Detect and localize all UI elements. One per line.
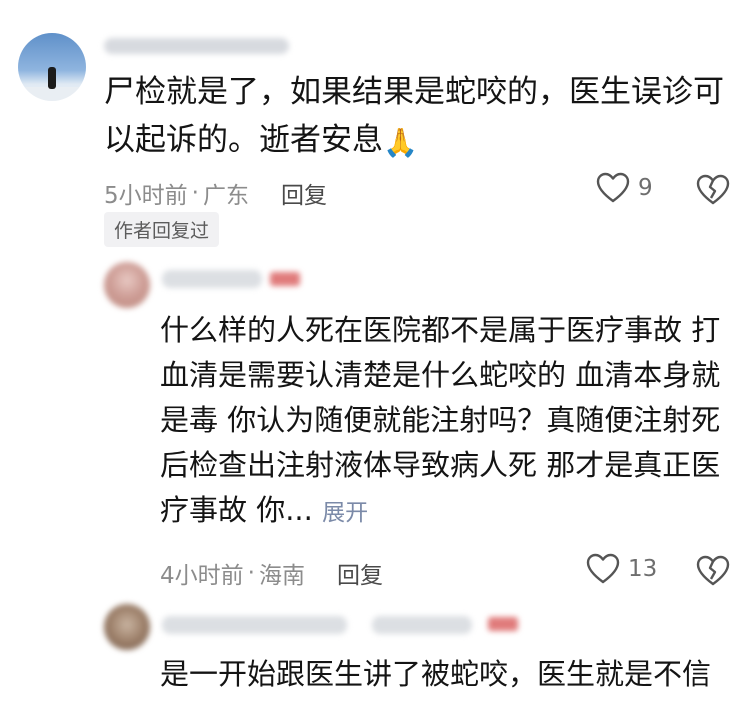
meta-separator: · (191, 180, 199, 206)
comment-location: 广东 (202, 183, 249, 209)
author-replied-badge: 作者回复过 (104, 212, 220, 247)
heart-outline-icon (586, 553, 620, 584)
comment-time: 4小时前 (160, 563, 244, 589)
comment-time: 5小时前 (104, 183, 188, 209)
username-redacted[interactable] (162, 270, 262, 288)
username-redacted[interactable] (162, 616, 347, 634)
user-badge-redacted (270, 272, 300, 286)
reply-button[interactable]: 回复 (281, 176, 327, 210)
like-count: 13 (628, 556, 658, 582)
comment-text: 尸检就是了，如果结果是蛇咬的，医生误诊可以起诉的。逝者安息🙏 (104, 74, 724, 159)
comment-location: 海南 (258, 563, 305, 589)
avatar[interactable] (18, 33, 86, 101)
comment-text: 是一开始跟医生讲了被蛇咬，医生就是不信 (160, 657, 712, 691)
dislike-button[interactable] (696, 174, 730, 210)
reply-button[interactable]: 回复 (337, 556, 383, 590)
dislike-button[interactable] (696, 555, 730, 591)
avatar[interactable] (104, 262, 150, 308)
broken-heart-icon (696, 555, 730, 586)
comment-meta: 5小时前 · 广东 回复 (104, 176, 327, 210)
meta-separator: · (247, 560, 255, 586)
comment-thread: 尸检就是了，如果结果是蛇咬的，医生误诊可以起诉的。逝者安息🙏 5小时前 · 广东… (0, 0, 750, 702)
username-redacted[interactable] (104, 38, 289, 54)
like-count: 9 (638, 175, 653, 201)
comment-meta: 4小时前 · 海南 回复 (160, 556, 383, 590)
comment-text: 什么样的人死在医院都不是属于医疗事故 打血清是需要认清楚是什么蛇咬的 血清本身就… (160, 313, 721, 527)
folded-hands-icon: 🙏 (383, 126, 418, 159)
reply-target-redacted[interactable] (372, 616, 472, 634)
expand-link[interactable]: 展开 (322, 500, 368, 526)
user-badge-redacted (488, 617, 518, 631)
avatar[interactable] (104, 604, 150, 650)
like-button[interactable]: 13 (586, 553, 657, 585)
broken-heart-icon (696, 174, 730, 205)
heart-outline-icon (596, 172, 630, 203)
like-button[interactable]: 9 (596, 172, 653, 204)
